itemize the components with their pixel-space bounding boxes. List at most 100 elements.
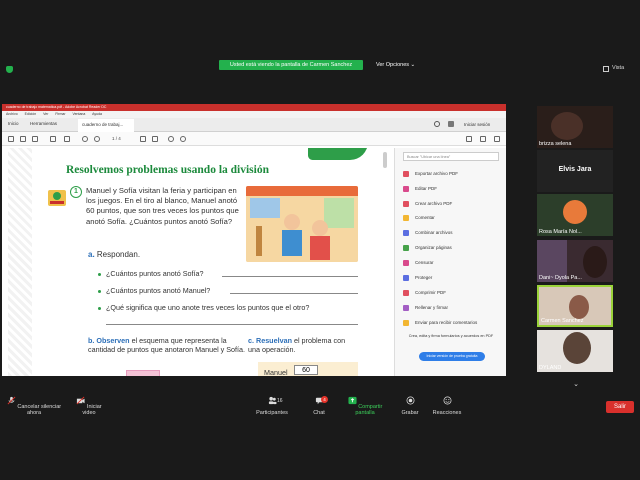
notifications-icon[interactable] <box>448 121 454 127</box>
bullet <box>98 307 101 310</box>
security-shield-icon[interactable] <box>6 66 13 73</box>
menu-firmar[interactable]: Firmar <box>55 112 65 116</box>
participant-tile[interactable]: Rosa María Nol... <box>537 194 613 236</box>
chevron-down-icon[interactable]: ⌄ <box>570 380 582 388</box>
fill-sign-icon <box>403 305 409 311</box>
chat-unread-badge: 4 <box>321 396 328 403</box>
print-icon[interactable] <box>50 136 56 142</box>
create-pdf-icon <box>403 201 409 207</box>
hand-icon[interactable] <box>152 136 158 142</box>
menu-ventana[interactable]: Ventana <box>72 112 85 116</box>
section-b-text: b. Observen el esquema que representa la… <box>88 336 246 355</box>
zoom-in-icon[interactable] <box>180 136 186 142</box>
page-title: Resolvemos problemas usando la división <box>66 164 269 176</box>
tool-protect[interactable]: Proteger <box>403 274 432 282</box>
answer-line-3[interactable] <box>106 324 358 325</box>
section-a-label: a. Respondan. <box>88 250 141 259</box>
tool-comment[interactable]: Comentar <box>403 214 435 222</box>
share-icon[interactable] <box>480 136 486 142</box>
record-button[interactable]: Grabar <box>400 396 420 416</box>
participant-tile[interactable]: Elvis Jara <box>537 150 613 192</box>
tool-edit-pdf[interactable]: Editar PDF <box>403 185 437 193</box>
page-indicator[interactable]: 1 / 4 <box>112 136 121 141</box>
participant-tile[interactable]: Dani~ Dyola Pa... <box>537 240 613 282</box>
document-scrollbar[interactable] <box>383 152 387 168</box>
participants-count: 16 <box>277 398 283 404</box>
participant-name: Elvis Jara <box>558 166 592 173</box>
view-options-button[interactable]: Ver Opciones ⌄ <box>376 60 415 70</box>
reactions-button[interactable]: Reacciones <box>432 396 462 416</box>
reactions-smiley-icon <box>443 396 451 405</box>
page-up-icon[interactable] <box>82 136 88 142</box>
window-title: cuaderno de trabajo matematica.pdf - Ado… <box>2 104 506 111</box>
bullet <box>98 273 101 276</box>
sign-icon[interactable] <box>466 136 472 142</box>
tab-herramientas[interactable]: Herramientas <box>30 121 57 126</box>
unmute-button[interactable]: Cancelar silenciar ahora <box>4 396 64 416</box>
manuel-label: Manuel <box>264 368 288 376</box>
tool-compress-pdf[interactable]: Comprimir PDF <box>403 289 446 297</box>
participant-tile[interactable]: DYLAND <box>537 330 613 372</box>
tool-send-comments[interactable]: Enviar para recibir comentarios <box>403 319 477 327</box>
participant-name: Rosa María Nol... <box>539 229 582 235</box>
tool-fill-sign[interactable]: Rellenar y firmar <box>403 304 448 312</box>
combine-icon <box>403 230 409 236</box>
share-screen-icon <box>348 396 357 405</box>
question-3: ¿Qué significa que uno anote tres veces … <box>106 303 310 312</box>
acrobat-toolbar: 1 / 4 <box>2 132 506 146</box>
fair-illustration <box>246 186 358 262</box>
search-icon[interactable] <box>64 136 70 142</box>
organize-icon <box>403 245 409 251</box>
send-comments-icon <box>403 320 409 326</box>
tools-search-input[interactable]: Buscar "Ubicar una línea" <box>403 152 499 161</box>
page-down-icon[interactable] <box>94 136 100 142</box>
compress-icon <box>403 290 409 296</box>
document-viewer[interactable]: Resolvemos problemas usando la división … <box>8 148 388 376</box>
view-grid-icon[interactable] <box>603 66 609 72</box>
upload-icon[interactable] <box>32 136 38 142</box>
problem-number: 1 <box>70 186 82 198</box>
cursor-icon[interactable] <box>140 136 146 142</box>
answer-line-1[interactable] <box>222 276 358 277</box>
participant-name: brizza selena <box>539 141 572 147</box>
tool-redact[interactable]: Censurar <box>403 259 434 267</box>
decorative-leaf <box>308 148 368 160</box>
meeting-toolbar: Cancelar silenciar ahora Iniciar video P… <box>0 394 640 422</box>
leave-meeting-button[interactable]: Salir <box>606 401 634 413</box>
tool-combine-files[interactable]: Combinar archivos <box>403 229 453 237</box>
answer-line-2[interactable] <box>230 293 358 294</box>
start-video-button[interactable]: Iniciar video <box>72 396 106 416</box>
share-banner: Usted está viendo la pantalla de Carmen … <box>219 60 363 70</box>
manuel-value-box: 60 <box>294 365 318 375</box>
menu-ayuda[interactable]: Ayuda <box>92 112 102 116</box>
participants-button[interactable]: Participantes <box>252 396 292 416</box>
promo-text: Crea, edita y firma formularios y acuerd… <box>408 334 494 338</box>
sign-in-link[interactable]: Iniciar sesión <box>464 122 490 127</box>
help-icon[interactable] <box>434 121 440 127</box>
email-icon[interactable] <box>494 136 500 142</box>
tool-export-pdf[interactable]: Exportar archivo PDF <box>403 170 458 178</box>
question-1: ¿Cuántos puntos anotó Sofía? <box>106 269 204 278</box>
page-margin <box>8 148 32 376</box>
share-screen-button[interactable]: Compartir pantalla <box>340 396 390 416</box>
section-c-text: c. Resuelvan el problema con una operaci… <box>248 336 346 355</box>
school-logo-icon <box>48 190 66 206</box>
bullet <box>98 290 101 293</box>
participant-name: Dani~ Dyola Pa... <box>539 275 582 281</box>
star-icon[interactable] <box>8 136 14 142</box>
tab-document[interactable]: cuaderno de trabaj... <box>78 119 134 132</box>
tab-inicio[interactable]: Inicio <box>8 121 19 126</box>
tool-create-pdf[interactable]: Crear archivo PDF <box>403 200 452 208</box>
tab-bar: Inicio Herramientas cuaderno de trabaj..… <box>2 118 506 132</box>
zoom-out-icon[interactable] <box>168 136 174 142</box>
menu-ver[interactable]: Ver <box>43 112 48 116</box>
save-icon[interactable] <box>20 136 26 142</box>
free-trial-button[interactable]: Iniciar versión de prueba gratuita <box>419 352 485 361</box>
participants-icon <box>268 396 277 405</box>
view-button[interactable]: Vista <box>612 65 624 71</box>
tool-organize-pages[interactable]: Organizar páginas <box>403 244 452 252</box>
participant-tile-active[interactable]: Carmen Sanchez <box>537 285 613 327</box>
participant-tile[interactable]: brizza selena <box>537 106 613 148</box>
menu-archivo[interactable]: Archivo <box>6 112 18 116</box>
menu-edicion[interactable]: Edición <box>25 112 36 116</box>
